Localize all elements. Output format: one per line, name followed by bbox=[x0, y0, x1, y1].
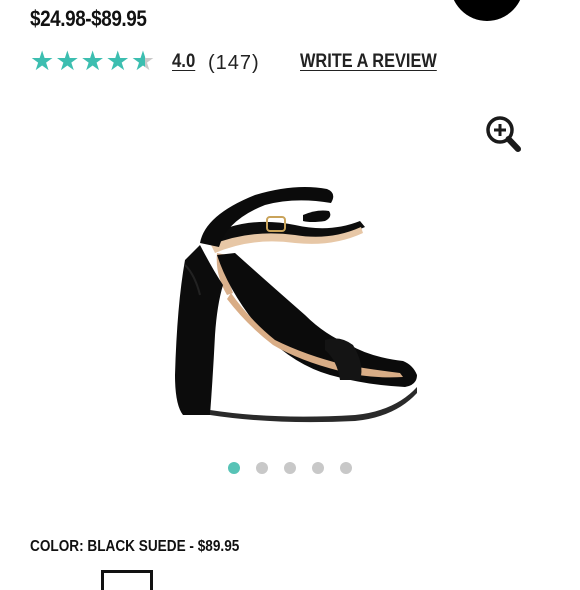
star-icon: ★ bbox=[55, 46, 80, 76]
sandal-image bbox=[175, 187, 417, 423]
color-label: COLOR: BLACK SUEDE - $89.95 bbox=[30, 538, 240, 555]
price-range: $24.98-$89.95 bbox=[30, 6, 147, 31]
star-icon: ★ bbox=[105, 46, 130, 76]
gallery-dot-5[interactable] bbox=[340, 462, 352, 474]
zoom-button[interactable] bbox=[484, 114, 522, 154]
image-pagination bbox=[228, 462, 352, 474]
rating-row: ★ ★ ★ ★ ★ 4.0 (147) WRITE A REVIEW bbox=[30, 46, 450, 76]
gallery-dot-3[interactable] bbox=[284, 462, 296, 474]
star-icon: ★ bbox=[80, 46, 105, 76]
zoom-in-icon bbox=[486, 116, 521, 152]
star-icon: ★ bbox=[130, 46, 156, 76]
gallery-dot-1[interactable] bbox=[228, 462, 240, 474]
color-swatch-selected[interactable] bbox=[101, 570, 153, 590]
write-review-link[interactable]: WRITE A REVIEW bbox=[300, 51, 437, 73]
product-image[interactable] bbox=[155, 175, 425, 425]
cart-button[interactable] bbox=[450, 0, 524, 21]
star-icon: ★ bbox=[30, 46, 55, 76]
gallery-dot-2[interactable] bbox=[256, 462, 268, 474]
rating-value-link[interactable]: 4.0 bbox=[172, 51, 195, 73]
gallery-dot-4[interactable] bbox=[312, 462, 324, 474]
review-count: (147) bbox=[208, 52, 260, 74]
star-rating: ★ ★ ★ ★ ★ bbox=[30, 46, 155, 76]
